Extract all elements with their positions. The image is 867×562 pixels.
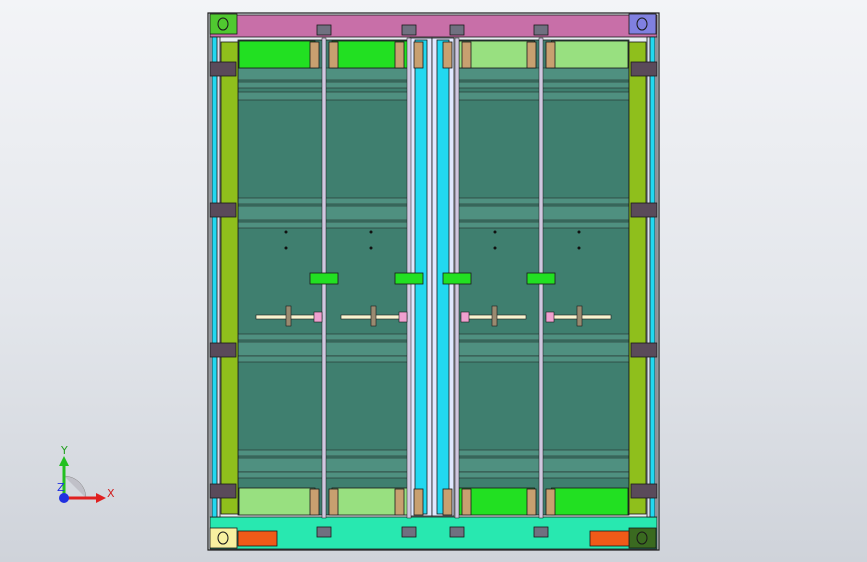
panel-band-1-10 (457, 457, 630, 473)
rod-bracket-bot-l-3 (526, 488, 537, 516)
panel-band-1-11 (457, 471, 630, 479)
panel-band-1-0 (457, 67, 630, 81)
bottom-orange-block-right (589, 530, 630, 547)
hinge-left-3 (209, 483, 237, 499)
rod-bracket-top-r-0 (328, 41, 339, 69)
y-axis-arrow (59, 456, 69, 466)
lock-handle-hub-3 (576, 305, 583, 327)
right-side-post (628, 41, 647, 515)
rivet-a-3 (577, 230, 581, 234)
top-rail (209, 14, 658, 38)
rod-bracket-bot-r-2 (461, 488, 472, 516)
corner-casting-bottom-right (628, 527, 657, 549)
rod-top-cap-2 (449, 24, 465, 36)
rod-mid-guide-0 (309, 272, 339, 285)
z-axis-label: Z (57, 481, 65, 494)
left-side-post (220, 41, 239, 515)
rivet-a-0 (284, 230, 288, 234)
hinge-right-2 (630, 342, 658, 358)
rod-bracket-top-l-3 (526, 41, 537, 69)
hinge-left-2 (209, 342, 237, 358)
rivet-a-1 (369, 230, 373, 234)
hinge-right-0 (630, 61, 658, 77)
corner-casting-top-left (209, 13, 238, 35)
bottom-orange-block-left (237, 530, 278, 547)
rod-bracket-bot-r-0 (328, 488, 339, 516)
panel-band-1-6 (457, 333, 630, 341)
z-axis-dot (59, 493, 69, 503)
top-green-block-a-0 (238, 40, 316, 69)
rod-mid-guide-2 (442, 272, 472, 285)
rod-bracket-top-l-2 (442, 41, 453, 69)
panel-band-1-3 (457, 197, 630, 205)
rod-bracket-bot-r-1 (413, 488, 424, 516)
rod-top-cap-1 (401, 24, 417, 36)
rod-bracket-bot-l-2 (442, 488, 453, 516)
panel-band-1-9 (457, 449, 630, 457)
rivet-b-2 (493, 246, 497, 250)
left-cyan-strip (211, 36, 218, 518)
lock-handle-catch-3 (545, 311, 555, 323)
rivet-a-2 (493, 230, 497, 234)
rod-top-cap-3 (533, 24, 549, 36)
rod-bottom-cap-2 (449, 526, 465, 538)
hinge-left-1 (209, 202, 237, 218)
cad-viewport[interactable] (0, 0, 867, 562)
lock-handle-catch-2 (460, 311, 470, 323)
corner-casting-top-right (628, 13, 657, 35)
container-door-model[interactable] (207, 12, 660, 551)
rivet-b-0 (284, 246, 288, 250)
hinge-left-0 (209, 61, 237, 77)
bottom-green-block-a-0 (238, 487, 316, 516)
x-axis-arrow (96, 493, 106, 503)
rod-bottom-cap-3 (533, 526, 549, 538)
rod-bottom-cap-1 (401, 526, 417, 538)
rod-bracket-top-r-3 (545, 41, 556, 69)
x-axis-label: X (107, 487, 115, 500)
hinge-right-3 (630, 483, 658, 499)
rod-mid-guide-3 (526, 272, 556, 285)
rod-bottom-cap-0 (316, 526, 332, 538)
hinge-right-1 (630, 202, 658, 218)
rod-bracket-top-r-2 (461, 41, 472, 69)
top-green-block-b-1 (551, 40, 629, 69)
rod-top-cap-0 (316, 24, 332, 36)
rod-bracket-bot-l-0 (309, 488, 320, 516)
rod-bracket-bot-l-1 (394, 488, 405, 516)
rod-bracket-bot-r-3 (545, 488, 556, 516)
axis-triad: Y X Z (57, 444, 115, 503)
rivet-b-1 (369, 246, 373, 250)
right-cyan-strip (649, 36, 656, 518)
rod-bracket-top-r-1 (413, 41, 424, 69)
rivet-b-3 (577, 246, 581, 250)
lock-handle-catch-0 (313, 311, 323, 323)
bottom-green-block-b-1 (551, 487, 629, 516)
lock-handle-hub-2 (491, 305, 498, 327)
panel-band-1-1 (457, 81, 630, 89)
corner-casting-bottom-left (209, 527, 238, 549)
rod-mid-guide-1 (394, 272, 424, 285)
lock-handle-catch-1 (398, 311, 408, 323)
panel-band-1-7 (457, 341, 630, 357)
panel-band-1-2 (457, 91, 630, 101)
rod-bracket-top-l-0 (309, 41, 320, 69)
panel-band-1-8 (457, 355, 630, 363)
lock-handle-hub-1 (370, 305, 377, 327)
lock-handle-hub-0 (285, 305, 292, 327)
panel-band-1-4 (457, 205, 630, 221)
y-axis-label: Y (60, 444, 68, 457)
rod-bracket-top-l-1 (394, 41, 405, 69)
panel-band-1-5 (457, 221, 630, 229)
